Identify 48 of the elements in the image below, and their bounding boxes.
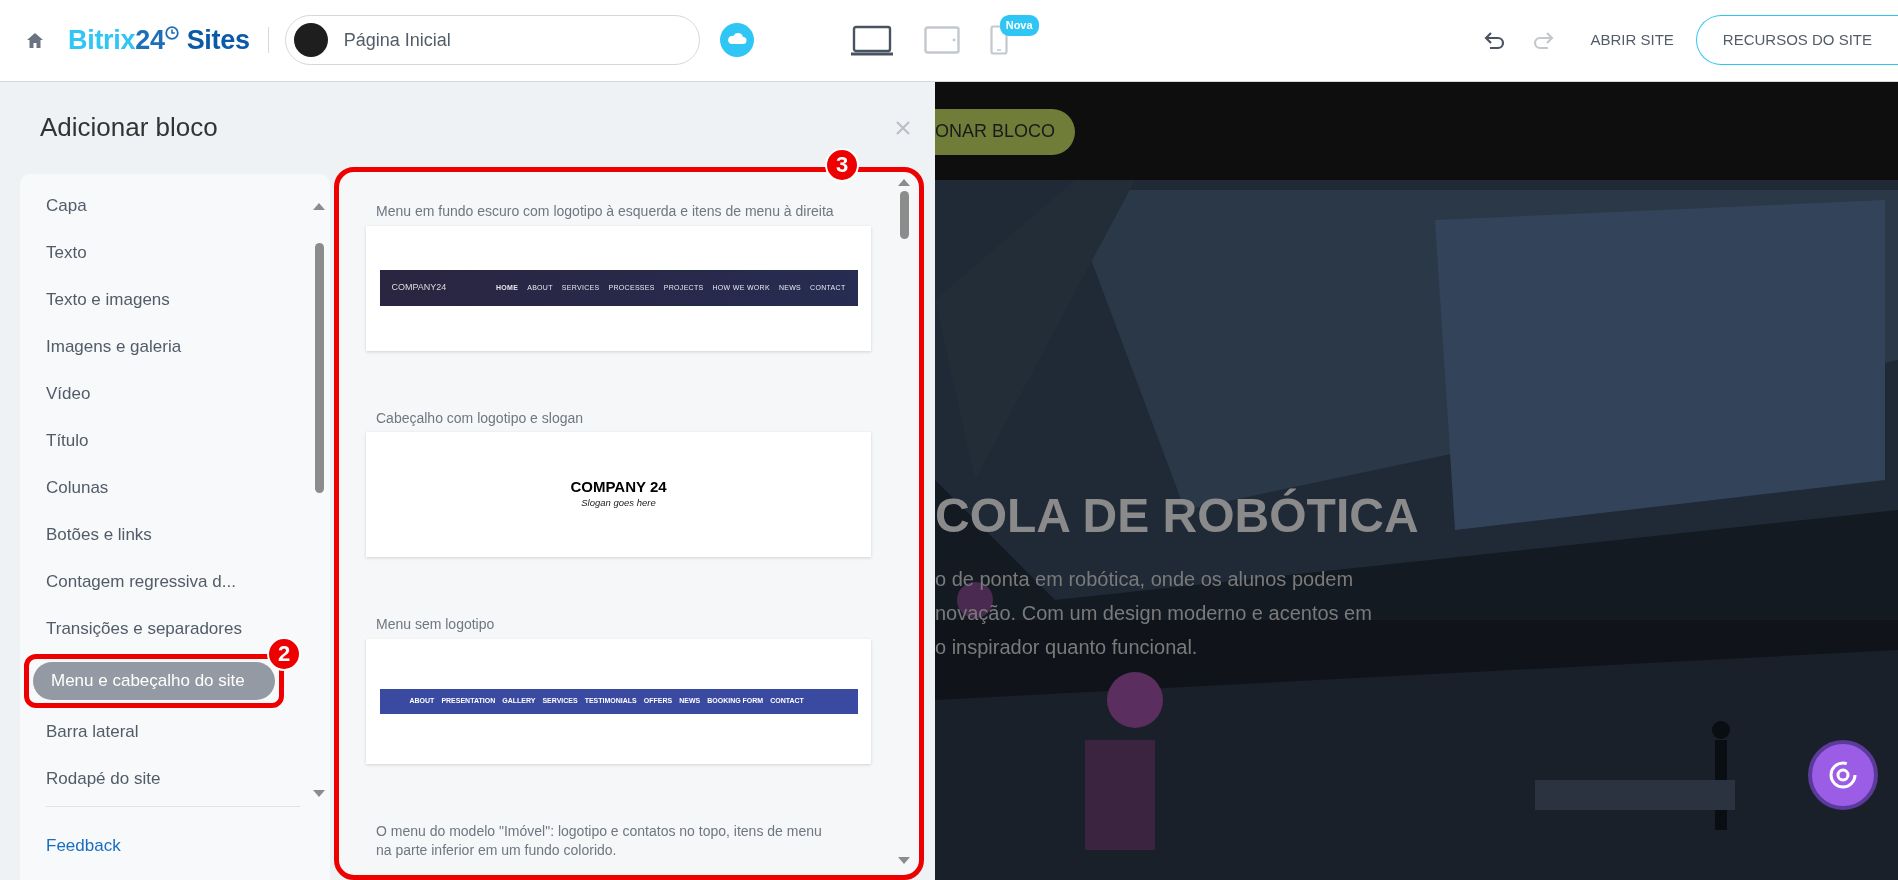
hero-text-line: o inspirador quanto funcional.: [935, 634, 1199, 660]
hero-text-line: o de ponta em robótica, onde os alunos podem: [935, 566, 1355, 592]
block-caption: O menu do modelo "Imóvel": logotipo e contatos no topo, itens de menu na parte inferior em um fundo colorido.: [375, 821, 823, 861]
category-item[interactable]: Capa: [20, 181, 312, 229]
scroll-up-icon[interactable]: [312, 201, 326, 211]
site-resources-button[interactable]: RECURSOS DO SITE: [1695, 15, 1898, 66]
avatar: [293, 23, 328, 58]
preview-slogan: Slogan goes here: [580, 495, 657, 510]
clock-icon: [164, 26, 179, 41]
category-item[interactable]: Título: [20, 416, 312, 464]
close-icon[interactable]: [895, 119, 911, 136]
block-preview-card[interactable]: COMPANY 24 Slogan goes here: [366, 432, 871, 558]
logo-suffix: Sites: [186, 24, 250, 58]
laptop-icon[interactable]: [849, 24, 894, 56]
scroll-up-icon[interactable]: [897, 177, 911, 187]
category-item[interactable]: Texto e imagens: [20, 275, 312, 323]
block-caption: Cabeçalho com logotipo e slogan: [375, 408, 585, 428]
assistant-icon: [1827, 759, 1859, 791]
panel-title: Adicionar bloco: [40, 111, 218, 145]
feedback-link[interactable]: Feedback: [20, 806, 330, 880]
scroll-down-icon[interactable]: [897, 856, 911, 865]
hero-text-line: novação. Com um design moderno e acentos em: [935, 600, 1373, 626]
category-item[interactable]: Vídeo: [20, 369, 312, 417]
logo[interactable]: Bitrix24: [68, 20, 165, 61]
scrollbar-thumb[interactable]: [899, 190, 909, 239]
callout-number: 3: [825, 147, 859, 182]
scrollbar-thumb[interactable]: [314, 242, 324, 493]
category-item[interactable]: Colunas: [20, 463, 312, 511]
block-caption: Menu em fundo escuro com logotipo à esquerda e itens de menu à direita: [375, 201, 835, 221]
callout-number: 2: [267, 636, 301, 671]
add-block-button[interactable]: ONAR BLOCO: [935, 108, 1076, 155]
home-icon[interactable]: [26, 31, 44, 49]
preview-logo: COMPANY24: [391, 281, 447, 295]
scroll-down-icon[interactable]: [312, 788, 326, 798]
open-site-link[interactable]: ABRIR SITE: [1590, 29, 1674, 52]
preview-logo: COMPANY 24: [570, 479, 667, 496]
hero-title: COLA DE ROBÓTICA: [935, 487, 1420, 544]
tablet-icon[interactable]: [923, 26, 960, 55]
category-item[interactable]: Contagem regressiva d...: [20, 557, 312, 605]
category-item[interactable]: Imagens e galeria: [20, 322, 312, 370]
category-item[interactable]: Barra lateral: [20, 707, 312, 755]
category-item[interactable]: Rodapé do site: [20, 754, 312, 802]
category-item[interactable]: Botões e links: [20, 510, 312, 558]
block-caption: Menu sem logotipo: [375, 615, 496, 635]
undo-icon[interactable]: [1482, 29, 1507, 52]
category-item[interactable]: Texto: [20, 228, 312, 276]
cloud-icon[interactable]: [719, 23, 754, 58]
new-badge: Nova: [999, 15, 1039, 36]
